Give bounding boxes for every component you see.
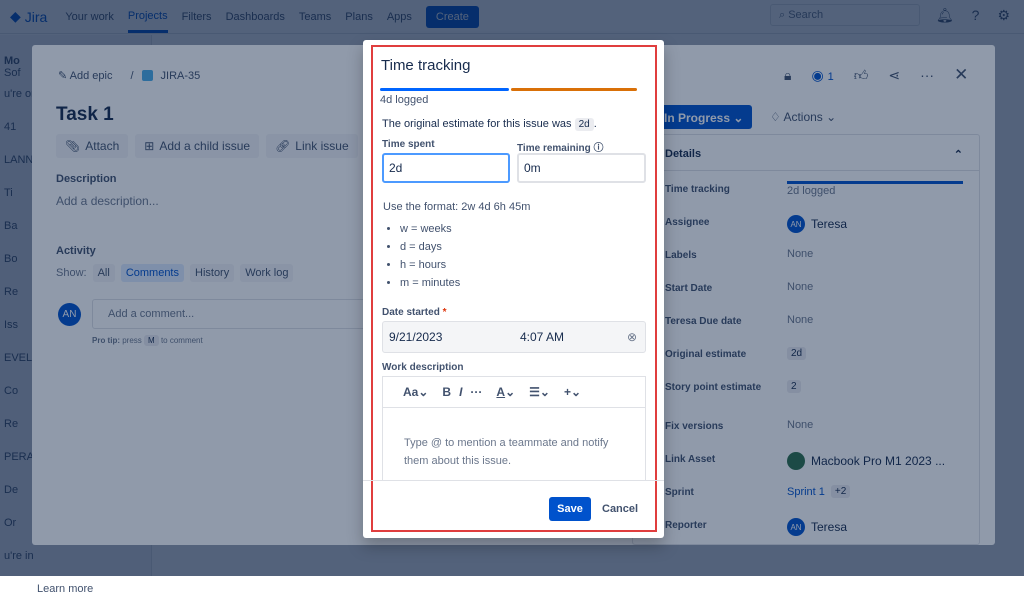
time-spent-label: Time spent — [382, 139, 435, 150]
date-input[interactable]: 9/21/2023 — [389, 330, 442, 344]
editor-toolbar: Aa⌄ B I ··· A⌄ ☰⌄ +⌄ — [383, 377, 645, 408]
save-button[interactable]: Save — [549, 497, 591, 521]
learn-more-link[interactable]: Learn more — [4, 583, 151, 616]
date-started-field: 9/21/2023 4:07 AM ⊗ — [382, 321, 646, 353]
time-remaining-input[interactable]: 0m — [517, 153, 646, 183]
estimate-end: . — [593, 118, 597, 130]
date-started-label: Date started * — [382, 307, 447, 318]
cancel-button[interactable]: Cancel — [602, 503, 638, 515]
estimate-text: The original estimate for this issue was — [382, 118, 572, 130]
over-estimate-bar — [510, 88, 637, 91]
logged-bar — [380, 88, 509, 91]
divider — [363, 480, 664, 481]
editor-input[interactable]: Type @ to mention a teammate and notify … — [383, 408, 645, 496]
time-tracking-progress — [380, 88, 637, 91]
insert-dropdown[interactable]: +⌄ — [564, 385, 581, 399]
time-remaining-label: Time remaining ⓘ — [517, 143, 604, 154]
time-input[interactable]: 4:07 AM — [520, 330, 564, 344]
unit-item: h = hours — [400, 256, 460, 274]
logged-text: 4d logged — [380, 94, 429, 106]
dialog-title: Time tracking — [381, 57, 471, 74]
work-description-label: Work description — [382, 362, 464, 373]
required-mark: * — [442, 307, 447, 318]
work-description-editor: Aa⌄ B I ··· A⌄ ☰⌄ +⌄ Type @ to mention a… — [382, 376, 646, 480]
unit-item: m = minutes — [400, 274, 460, 292]
clear-icon[interactable]: ⊗ — [627, 330, 637, 344]
bold-button[interactable]: B — [442, 385, 451, 399]
unit-item: d = days — [400, 238, 460, 256]
more-formatting-button[interactable]: ··· — [470, 385, 482, 399]
format-hint: Use the format: 2w 4d 6h 45m — [383, 201, 531, 213]
text-color-dropdown[interactable]: A⌄ — [496, 385, 515, 399]
estimate-lozenge: 2d — [574, 118, 594, 131]
italic-button[interactable]: I — [459, 385, 462, 399]
time-spent-input[interactable]: 2d — [382, 153, 510, 183]
time-tracking-dialog: Time tracking 4d logged The original est… — [363, 40, 664, 538]
unit-item: w = weeks — [400, 220, 460, 238]
unit-list: w = weeks d = days h = hours m = minutes — [400, 220, 460, 292]
text-style-dropdown[interactable]: Aa⌄ — [403, 385, 428, 399]
list-dropdown[interactable]: ☰⌄ — [529, 385, 550, 399]
